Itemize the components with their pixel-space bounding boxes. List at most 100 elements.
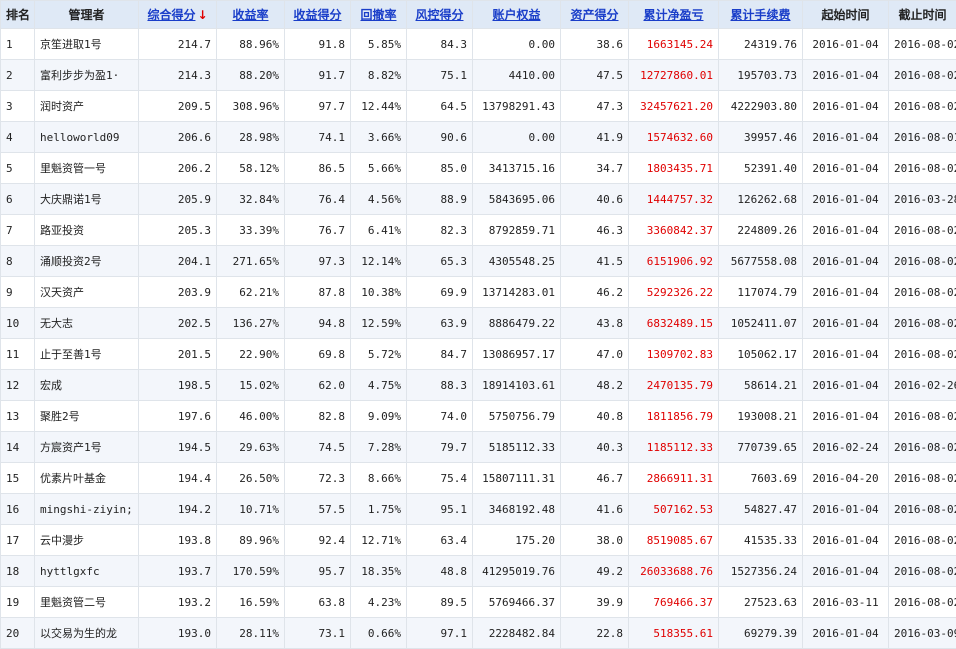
cell-drawdown: 0.66%	[351, 618, 407, 649]
sort-return-score-header[interactable]: 收益得分	[285, 1, 351, 29]
cell-drawdown: 3.66%	[351, 122, 407, 153]
cell-rank: 10	[1, 308, 35, 339]
cell-end-time: 2016-08-02	[889, 246, 956, 277]
table-row[interactable]: 7路亚投资205.333.39%76.76.41%82.38792859.714…	[1, 215, 956, 246]
cell-asset-score: 46.3	[561, 215, 629, 246]
cell-score: 206.2	[139, 153, 217, 184]
table-row[interactable]: 12宏成198.515.02%62.04.75%88.318914103.614…	[1, 370, 956, 401]
sort-equity-header[interactable]: 账户权益	[473, 1, 561, 29]
cell-fees: 41535.33	[719, 525, 803, 556]
col-rank: 排名	[1, 1, 35, 29]
sort-asset-score-header[interactable]: 资产得分	[561, 1, 629, 29]
table-row[interactable]: 13聚胜2号197.646.00%82.89.09%74.05750756.79…	[1, 401, 956, 432]
cell-return-rate: 22.90%	[217, 339, 285, 370]
cell-manager: 云中漫步	[35, 525, 139, 556]
cell-asset-score: 47.3	[561, 91, 629, 122]
cell-start-time: 2016-04-20	[803, 463, 889, 494]
cell-score: 194.2	[139, 494, 217, 525]
cell-rank: 15	[1, 463, 35, 494]
cell-return-score: 97.3	[285, 246, 351, 277]
table-row[interactable]: 6大庆鼎诺1号205.932.84%76.44.56%88.95843695.0…	[1, 184, 956, 215]
cell-return-score: 87.8	[285, 277, 351, 308]
cell-end-time: 2016-03-28	[889, 184, 956, 215]
cell-drawdown: 12.59%	[351, 308, 407, 339]
cell-net-pnl: 1663145.24	[629, 29, 719, 60]
table-row[interactable]: 1京笙进取1号214.788.96%91.85.85%84.30.0038.61…	[1, 29, 956, 60]
table-row[interactable]: 4helloworld09206.628.98%74.13.66%90.60.0…	[1, 122, 956, 153]
cell-asset-score: 47.5	[561, 60, 629, 91]
cell-drawdown: 6.41%	[351, 215, 407, 246]
cell-rank: 16	[1, 494, 35, 525]
table-row[interactable]: 9汉天资产203.962.21%87.810.38%69.913714283.0…	[1, 277, 956, 308]
table-row[interactable]: 11止于至善1号201.522.90%69.85.72%84.713086957…	[1, 339, 956, 370]
cell-manager: 涌顺投资2号	[35, 246, 139, 277]
cell-start-time: 2016-01-04	[803, 184, 889, 215]
header-row: 排名 管理者 综合得分↓ 收益率 收益得分 回撤率 风控得分 账户权益 资产得分…	[1, 1, 956, 29]
cell-return-rate: 170.59%	[217, 556, 285, 587]
cell-equity: 13714283.01	[473, 277, 561, 308]
cell-fees: 58614.21	[719, 370, 803, 401]
table-header: 排名 管理者 综合得分↓ 收益率 收益得分 回撤率 风控得分 账户权益 资产得分…	[1, 1, 956, 29]
cell-drawdown: 1.75%	[351, 494, 407, 525]
cell-drawdown: 12.71%	[351, 525, 407, 556]
cell-score: 202.5	[139, 308, 217, 339]
cell-asset-score: 43.8	[561, 308, 629, 339]
cell-net-pnl: 6832489.15	[629, 308, 719, 339]
table-row[interactable]: 8涌顺投资2号204.1271.65%97.312.14%65.34305548…	[1, 246, 956, 277]
cell-rank: 14	[1, 432, 35, 463]
cell-risk-score: 75.4	[407, 463, 473, 494]
cell-fees: 27523.63	[719, 587, 803, 618]
cell-start-time: 2016-01-04	[803, 308, 889, 339]
cell-drawdown: 8.66%	[351, 463, 407, 494]
cell-drawdown: 4.56%	[351, 184, 407, 215]
sort-score-header[interactable]: 综合得分↓	[139, 1, 217, 29]
sort-net-pnl-header[interactable]: 累计净盈亏	[629, 1, 719, 29]
table-row[interactable]: 18hyttlgxfc193.7170.59%95.718.35%48.8412…	[1, 556, 956, 587]
cell-return-rate: 89.96%	[217, 525, 285, 556]
cell-fees: 117074.79	[719, 277, 803, 308]
cell-equity: 4410.00	[473, 60, 561, 91]
cell-risk-score: 95.1	[407, 494, 473, 525]
cell-end-time: 2016-08-02	[889, 153, 956, 184]
table-row[interactable]: 2富利步步为盈1·214.388.20%91.78.82%75.14410.00…	[1, 60, 956, 91]
table-row[interactable]: 10无大志202.5136.27%94.812.59%63.98886479.2…	[1, 308, 956, 339]
cell-manager: 路亚投资	[35, 215, 139, 246]
cell-net-pnl: 518355.61	[629, 618, 719, 649]
table-row[interactable]: 5里魁资管一号206.258.12%86.55.66%85.03413715.1…	[1, 153, 956, 184]
cell-score: 193.2	[139, 587, 217, 618]
sort-return-rate-header[interactable]: 收益率	[217, 1, 285, 29]
cell-score: 193.7	[139, 556, 217, 587]
cell-manager: 优素片叶基金	[35, 463, 139, 494]
cell-score: 214.3	[139, 60, 217, 91]
cell-start-time: 2016-01-04	[803, 277, 889, 308]
cell-start-time: 2016-01-04	[803, 525, 889, 556]
table-row[interactable]: 3润时资产209.5308.96%97.712.44%64.513798291.…	[1, 91, 956, 122]
table-row[interactable]: 16mingshi-ziyin;194.210.71%57.51.75%95.1…	[1, 494, 956, 525]
cell-equity: 5843695.06	[473, 184, 561, 215]
table-row[interactable]: 15优素片叶基金194.426.50%72.38.66%75.415807111…	[1, 463, 956, 494]
cell-risk-score: 89.5	[407, 587, 473, 618]
cell-start-time: 2016-01-04	[803, 494, 889, 525]
sort-risk-score-header[interactable]: 风控得分	[407, 1, 473, 29]
cell-fees: 5677558.08	[719, 246, 803, 277]
col-score-label: 综合得分	[147, 8, 195, 22]
cell-net-pnl: 5292326.22	[629, 277, 719, 308]
cell-drawdown: 10.38%	[351, 277, 407, 308]
cell-return-rate: 33.39%	[217, 215, 285, 246]
cell-net-pnl: 769466.37	[629, 587, 719, 618]
cell-rank: 11	[1, 339, 35, 370]
cell-rank: 4	[1, 122, 35, 153]
sort-fees-header[interactable]: 累计手续费	[719, 1, 803, 29]
cell-score: 214.7	[139, 29, 217, 60]
cell-end-time: 2016-08-02	[889, 463, 956, 494]
cell-manager: 京笙进取1号	[35, 29, 139, 60]
table-row[interactable]: 19里魁资管二号193.216.59%63.84.23%89.55769466.…	[1, 587, 956, 618]
cell-net-pnl: 2866911.31	[629, 463, 719, 494]
sort-drawdown-header[interactable]: 回撤率	[351, 1, 407, 29]
table-row[interactable]: 17云中漫步193.889.96%92.412.71%63.4175.2038.…	[1, 525, 956, 556]
table-row[interactable]: 20以交易为生的龙193.028.11%73.10.66%97.12228482…	[1, 618, 956, 649]
cell-asset-score: 41.5	[561, 246, 629, 277]
cell-asset-score: 47.0	[561, 339, 629, 370]
cell-rank: 20	[1, 618, 35, 649]
table-row[interactable]: 14方宸资产1号194.529.63%74.57.28%79.75185112.…	[1, 432, 956, 463]
